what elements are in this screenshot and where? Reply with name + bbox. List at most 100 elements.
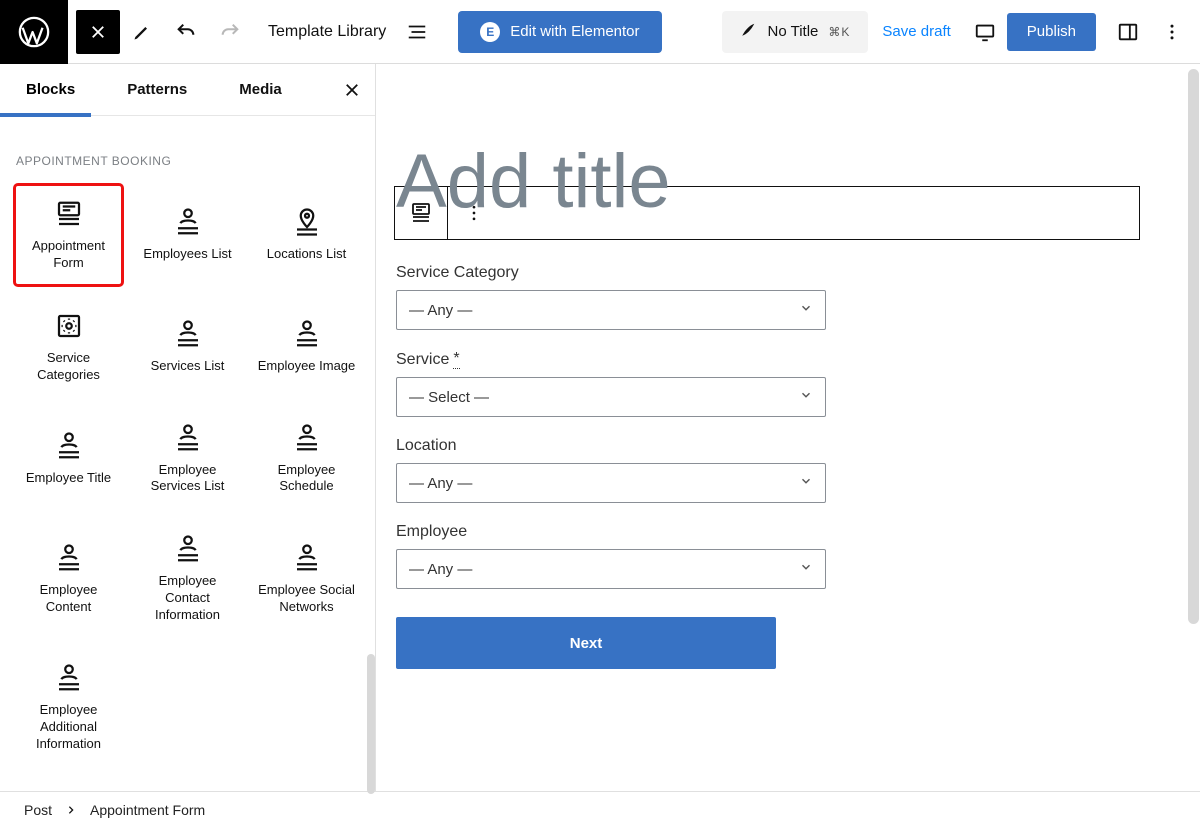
block-card[interactable]: Appointment Form [14, 184, 123, 286]
block-card-label: Services List [151, 358, 225, 375]
breadcrumb: Post Appointment Form [0, 791, 1200, 827]
block-card-label: Employee Services List [137, 462, 238, 496]
field-label: Location [396, 437, 826, 455]
person-list-icon [291, 318, 323, 350]
person-list-icon [172, 422, 204, 454]
block-card[interactable]: Employee Content [14, 519, 123, 638]
options-menu-icon[interactable] [1150, 10, 1194, 54]
template-library-button[interactable]: Template Library [268, 23, 386, 41]
chevron-down-icon [799, 560, 813, 578]
save-draft-link[interactable]: Save draft [882, 23, 950, 40]
tab-patterns[interactable]: Patterns [101, 64, 213, 116]
block-card-label: Employees List [143, 246, 231, 263]
block-card-label: Employee Social Networks [256, 582, 357, 616]
block-card[interactable]: Service Categories [14, 296, 123, 398]
field: Employee— Any — [396, 523, 826, 589]
block-card[interactable]: Employee Title [14, 408, 123, 510]
block-card[interactable]: Services List [133, 296, 242, 398]
field: Service * — Select — [396, 350, 826, 417]
edit-with-elementor-label: Edit with Elementor [510, 23, 639, 40]
block-card[interactable]: Employee Social Networks [252, 519, 361, 638]
inserter-scrollbar[interactable] [367, 124, 375, 791]
redo-icon[interactable] [208, 10, 252, 54]
preview-icon[interactable] [963, 10, 1007, 54]
post-title-label: No Title [768, 23, 819, 40]
chevron-down-icon [799, 388, 813, 406]
chevron-down-icon [799, 301, 813, 319]
close-inserter-button[interactable] [76, 10, 120, 54]
inserter-tabs: Blocks Patterns Media [0, 64, 375, 116]
select-dropdown[interactable]: — Any — [396, 463, 826, 503]
inserter-content: APPOINTMENT BOOKING Appointment Form Empl… [0, 116, 375, 791]
block-grid: Appointment Form Employees List Locations … [14, 184, 361, 767]
chevron-down-icon [799, 474, 813, 492]
scrollbar-thumb[interactable] [1188, 69, 1199, 624]
block-card-label: Employee Title [26, 470, 111, 487]
pen-icon[interactable] [120, 10, 164, 54]
breadcrumb-current[interactable]: Appointment Form [90, 802, 205, 818]
block-card-label: Service Categories [18, 350, 119, 384]
chevron-right-icon [66, 802, 76, 818]
block-card-label: Employee Additional Information [18, 702, 119, 753]
undo-icon[interactable] [164, 10, 208, 54]
block-card[interactable]: Employee Additional Information [14, 648, 123, 767]
field: Service Category — Any — [396, 264, 826, 330]
pin-list-icon [291, 206, 323, 238]
next-button[interactable]: Next [396, 617, 776, 669]
close-icon[interactable] [343, 64, 361, 116]
block-inserter-panel: Blocks Patterns Media APPOINTMENT BOOKIN… [0, 64, 376, 791]
field-label: Service Category [396, 264, 826, 282]
publish-button[interactable]: Publish [1007, 13, 1096, 51]
elementor-icon: E [480, 22, 500, 42]
person-list-icon [172, 533, 204, 565]
block-card-label: Employee Contact Information [137, 573, 238, 624]
select-value: — Any — [409, 561, 472, 578]
breadcrumb-root[interactable]: Post [24, 802, 52, 818]
person-list-icon [172, 318, 204, 350]
window-scrollbar[interactable] [1187, 64, 1200, 791]
block-card[interactable]: Employee Contact Information [133, 519, 242, 638]
field: Location — Any — [396, 437, 826, 503]
select-dropdown[interactable]: — Any — [396, 549, 826, 589]
post-title-button[interactable]: No Title ⌘K [722, 11, 869, 53]
required-marker: * [453, 350, 459, 369]
section-label: APPOINTMENT BOOKING [16, 154, 359, 168]
select-value: — Any — [409, 475, 472, 492]
block-card[interactable]: Employee Schedule [252, 408, 361, 510]
tab-media[interactable]: Media [213, 64, 308, 116]
block-card[interactable]: Employee Services List [133, 408, 242, 510]
block-card[interactable]: Employee Image [252, 296, 361, 398]
gear-box-icon [53, 310, 85, 342]
block-card-label: Locations List [267, 246, 347, 263]
appointment-form: Service Category — Any — Service * — Select… [396, 264, 826, 669]
calendar-list-icon [53, 198, 85, 230]
document-overview-icon[interactable] [400, 21, 434, 43]
editor-canvas: Add title Service Category— Any —Service… [376, 64, 1200, 791]
block-card-label: Employee Schedule [256, 462, 357, 496]
person-list-icon [53, 662, 85, 694]
person-list-icon [53, 430, 85, 462]
person-list-icon [53, 542, 85, 574]
quill-icon [740, 20, 758, 43]
person-list-icon [291, 422, 323, 454]
tab-blocks[interactable]: Blocks [0, 64, 101, 116]
field-label: Service * [396, 350, 826, 369]
block-card-label: Employee Content [18, 582, 119, 616]
block-card-label: Appointment Form [18, 238, 119, 272]
block-card[interactable]: Locations List [252, 184, 361, 286]
block-card-label: Employee Image [258, 358, 356, 375]
top-toolbar: Template Library E Edit with Elementor N… [0, 0, 1200, 64]
select-value: — Any — [409, 302, 472, 319]
scrollbar-thumb[interactable] [367, 654, 375, 794]
block-more-icon[interactable] [447, 187, 499, 239]
select-value: — Select — [409, 389, 489, 406]
edit-with-elementor-button[interactable]: E Edit with Elementor [458, 11, 661, 53]
block-card[interactable]: Employees List [133, 184, 242, 286]
person-list-icon [291, 542, 323, 574]
sidebar-toggle-icon[interactable] [1106, 10, 1150, 54]
block-type-icon[interactable] [395, 187, 447, 239]
cmd-shortcut: ⌘K [828, 25, 850, 39]
select-dropdown[interactable]: — Any — [396, 290, 826, 330]
select-dropdown[interactable]: — Select — [396, 377, 826, 417]
wp-logo-icon[interactable] [0, 0, 68, 64]
